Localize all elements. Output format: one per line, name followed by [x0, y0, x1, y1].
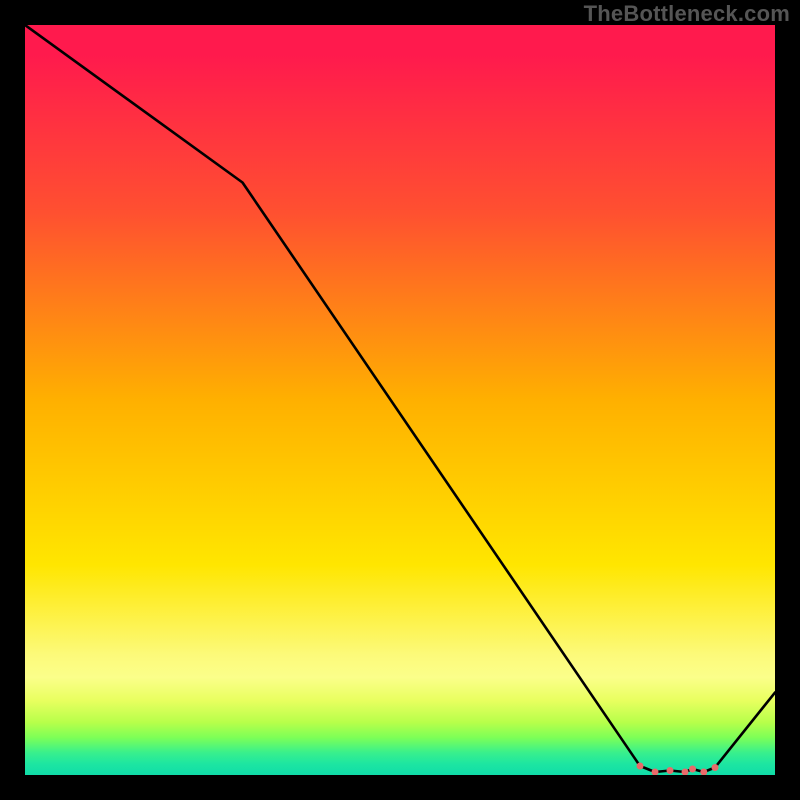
marker-point — [712, 764, 719, 771]
watermark-label: TheBottleneck.com — [584, 1, 790, 27]
chart-stage: TheBottleneck.com — [0, 0, 800, 800]
marker-point — [667, 767, 674, 774]
series-curve — [25, 25, 775, 772]
marker-point — [637, 763, 644, 770]
marker-point — [689, 766, 696, 773]
chart-svg — [25, 25, 775, 775]
plot-area — [25, 25, 775, 775]
marker-point — [682, 769, 689, 776]
marker-point — [700, 769, 707, 776]
marker-point — [652, 769, 659, 776]
